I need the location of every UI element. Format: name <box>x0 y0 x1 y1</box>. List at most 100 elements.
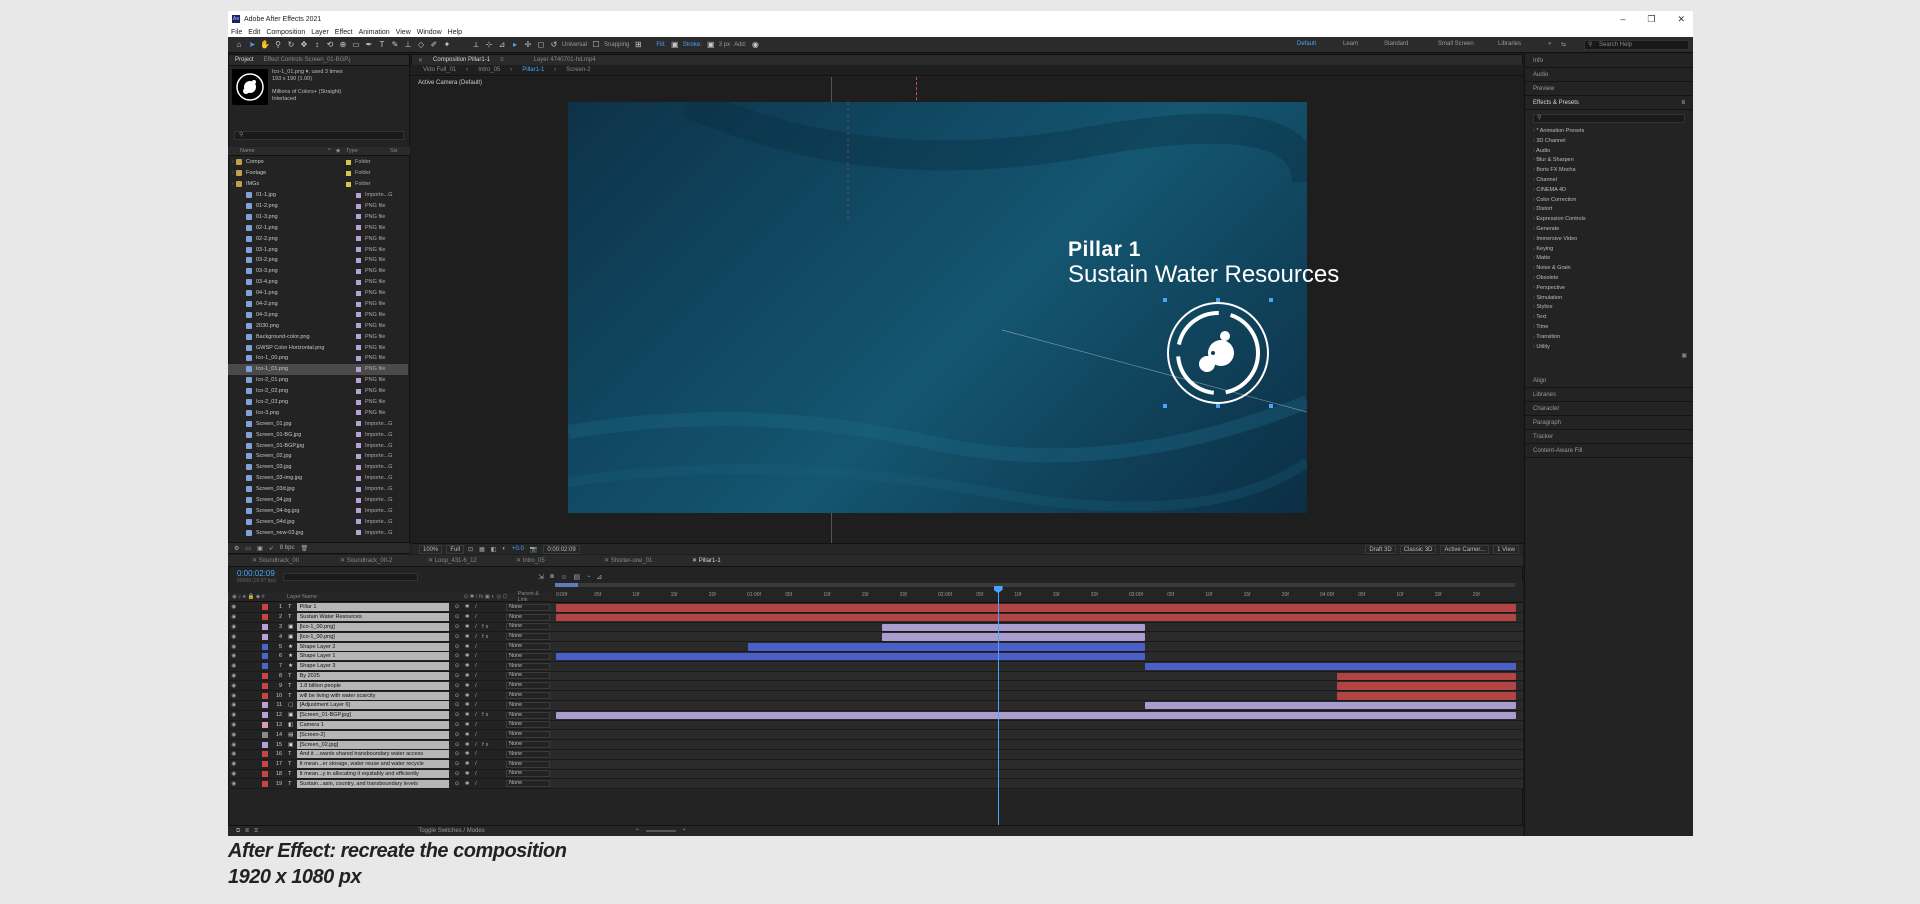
col-type[interactable]: Type <box>346 148 390 154</box>
parent-select[interactable]: None <box>506 701 550 709</box>
col-size[interactable]: Siz <box>390 148 398 154</box>
panel-audio[interactable]: Audio <box>1525 68 1693 82</box>
layer-label-color[interactable] <box>261 741 268 748</box>
layer-name[interactable]: Shape Layer 2 <box>296 642 449 651</box>
visibility-eye-icon[interactable]: ◉ <box>230 781 238 787</box>
effect-category[interactable]: › CINEMA 4D <box>1525 186 1693 196</box>
parent-select[interactable]: None <box>506 741 550 749</box>
label-color-swatch[interactable] <box>356 410 361 416</box>
layer-switches[interactable]: ⊙ ✱ / <box>449 663 506 669</box>
effect-category[interactable]: › Obsolete <box>1525 274 1693 284</box>
layer-switches[interactable]: ⊙ ✱ / fx <box>449 712 506 718</box>
project-item[interactable]: GWSP Color Horizontal.png PNG file <box>228 342 408 353</box>
effect-category[interactable]: › Distort <box>1525 205 1693 215</box>
layer-name[interactable]: And it ...wards shared transboundary wat… <box>296 750 449 759</box>
layer-name[interactable]: Shape Layer 3 <box>296 662 449 671</box>
mask-visibility-icon[interactable]: ◧ <box>491 546 497 553</box>
menu-window[interactable]: Window <box>417 29 442 36</box>
label-color-swatch[interactable] <box>356 247 361 253</box>
layer-switches[interactable]: ⊙ ✱ / <box>449 673 506 679</box>
add-icon[interactable]: ◉ <box>750 40 760 50</box>
layer-switches[interactable]: ⊙ ✱ / <box>449 722 506 728</box>
world-axis-icon[interactable]: ⊹ <box>484 40 494 50</box>
layer-label-color[interactable] <box>261 761 268 768</box>
visibility-eye-icon[interactable]: ◉ <box>230 683 238 689</box>
layer-switches-toggle-icon[interactable]: ⧉ <box>236 828 240 835</box>
workspaces-overflow-icon[interactable]: » <box>1548 41 1551 47</box>
close-tab-icon[interactable]: ✕ <box>428 558 435 564</box>
rectangle-tool-icon[interactable]: ▭ <box>351 40 361 50</box>
brush-tool-icon[interactable]: ✎ <box>390 40 400 50</box>
effect-category[interactable]: › Noise & Grain <box>1525 264 1693 274</box>
layer-duration-bar[interactable] <box>882 633 1146 641</box>
effect-category[interactable]: › Immersive Video <box>1525 235 1693 245</box>
effect-category[interactable]: › Matte <box>1525 254 1693 264</box>
layer-label-color[interactable] <box>261 653 268 660</box>
dolly-camera-icon[interactable]: ↕ <box>312 40 322 50</box>
menu-layer[interactable]: Layer <box>311 29 329 36</box>
project-item[interactable]: › Footage Folder <box>228 168 408 179</box>
trash-icon[interactable]: 🗑 <box>300 545 308 552</box>
project-item[interactable]: 01-1.jpg Importe...G <box>228 190 408 201</box>
layer-duration-bar[interactable] <box>1145 701 1516 710</box>
close-icon[interactable]: ✕ <box>1677 14 1685 25</box>
layer-label-color[interactable] <box>261 633 268 640</box>
visibility-eye-icon[interactable]: ◉ <box>230 742 238 748</box>
menu-effect[interactable]: Effect <box>335 29 353 36</box>
visibility-eye-icon[interactable]: ◉ <box>230 624 238 630</box>
layer-row[interactable]: ◉ 12 ▣ [Screen_01-BGP.jpg] ⊙ ✱ / fx None <box>228 711 550 721</box>
project-item[interactable]: 01-2.png PNG file <box>228 201 408 212</box>
playhead-line[interactable] <box>997 589 999 829</box>
panel-character[interactable]: Character <box>1525 402 1693 417</box>
layer-name[interactable]: [Adjustment Layer 6] <box>296 701 449 710</box>
col-name[interactable]: Name <box>228 148 328 154</box>
stroke-swatch-icon[interactable]: ▣ <box>706 40 716 50</box>
workspace-standard[interactable]: Standard <box>1384 41 1408 47</box>
views-select[interactable]: 1 View <box>1493 544 1519 554</box>
effect-category[interactable]: › Text <box>1525 313 1693 323</box>
layer-switches[interactable]: ⊙ ✱ / <box>449 644 506 650</box>
layer-row[interactable]: ◉ 7 ★ Shape Layer 3 ⊙ ✱ / None <box>228 662 550 672</box>
project-item[interactable]: Screen_03.jpg Importe...G <box>228 462 408 473</box>
timeline-search-input[interactable] <box>283 573 418 581</box>
graph-editor-icon[interactable]: ⊿ <box>596 573 602 581</box>
canvas-subtitle-text[interactable]: Sustain Water Resources <box>1068 261 1339 289</box>
effects-menu-icon[interactable]: ≡ <box>1681 96 1685 110</box>
maximize-icon[interactable]: ❐ <box>1647 14 1655 25</box>
effect-category[interactable]: › Utility <box>1525 343 1693 353</box>
effect-category[interactable]: › Audio <box>1525 147 1693 157</box>
layer-name[interactable]: [Screen-2] <box>296 730 449 739</box>
layer-duration-bar[interactable] <box>556 604 1516 612</box>
label-color-swatch[interactable] <box>356 366 361 372</box>
label-color-swatch[interactable] <box>356 421 361 427</box>
layer-label-color[interactable] <box>261 672 268 679</box>
project-item[interactable]: Screen_01.jpg Importe...G <box>228 418 408 429</box>
parent-select[interactable]: None <box>506 721 550 729</box>
project-item[interactable]: Ico-2_03.png PNG file <box>228 397 408 408</box>
layer-switches[interactable]: ⊙ ✱ / <box>449 751 506 757</box>
effect-category[interactable]: › 3D Channel <box>1525 137 1693 147</box>
sort-icon[interactable]: ^ <box>328 148 336 154</box>
col-parent-link[interactable]: Parent & Link <box>518 591 550 603</box>
toggle-switches-modes[interactable]: Toggle Switches / Modes <box>418 828 484 834</box>
type-tool-icon[interactable]: T <box>377 40 387 50</box>
project-item[interactable]: Background-color.png PNG file <box>228 331 408 342</box>
layer-label-color[interactable] <box>261 702 268 709</box>
effect-category[interactable]: › Time <box>1525 323 1693 333</box>
layer-name[interactable]: [Screen_01-BGP.jpg] <box>296 711 449 720</box>
timeline-tab[interactable]: ✕ Pillar1-1 <box>668 557 756 564</box>
label-color-swatch[interactable] <box>356 301 361 307</box>
project-item[interactable]: Screen_04-bg.jpg Importe...G <box>228 506 408 517</box>
parent-select[interactable]: None <box>506 770 550 778</box>
label-color-swatch[interactable] <box>356 279 361 285</box>
layer-row[interactable]: ◉ 11 ▢ [Adjustment Layer 6] ⊙ ✱ / None <box>228 701 550 711</box>
panel-tracker[interactable]: Tracker <box>1525 430 1693 445</box>
move-icon[interactable]: ✢ <box>523 40 533 50</box>
layer-switches[interactable]: ⊙ ✱ / <box>449 614 506 620</box>
layer-name[interactable]: Camera 1 <box>296 720 449 729</box>
layer-switches[interactable]: ⊙ ✱ / <box>449 702 506 708</box>
project-item[interactable]: › Compo Folder <box>228 157 408 168</box>
layer-label-color[interactable] <box>261 751 268 758</box>
zoom-tool-icon[interactable]: ⚲ <box>273 40 283 50</box>
layer-label-color[interactable] <box>261 663 268 670</box>
